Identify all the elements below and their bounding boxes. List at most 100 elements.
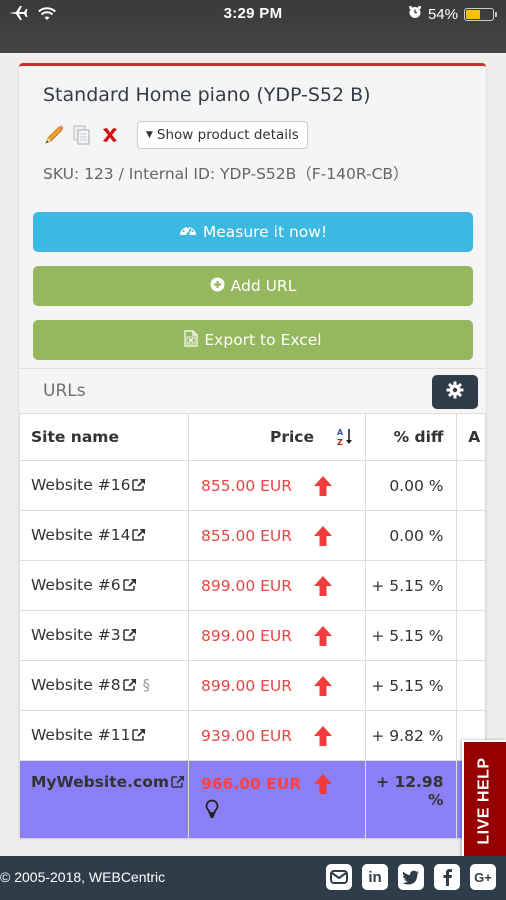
column-header-site-name[interactable]: Site name [19,413,189,461]
extra-cell [456,510,486,561]
column-header-price[interactable]: Price AZ [187,413,367,461]
site-name-cell: Website #14 [19,510,189,561]
external-link-icon[interactable] [122,577,137,595]
site-name-cell: Website #8 § [19,660,189,711]
live-help-label: LIVE HELP [476,757,493,845]
external-link-icon[interactable] [171,774,185,792]
sort-alpha-icon[interactable]: AZ [337,427,353,447]
social-links: in G+ [326,864,496,890]
site-name-cell: MyWebsite.com [19,760,189,838]
copy-icon[interactable] [71,124,93,146]
battery-fill [466,9,481,19]
urls-settings-button[interactable] [432,375,478,409]
edit-pencil-icon[interactable] [43,124,65,146]
urls-table: Site name Price AZ % diff A Website #16 8… [19,413,486,838]
price-value: 899.00 EUR [200,676,293,695]
price-cell: 855.00 EUR [187,460,367,511]
paragraph-icon[interactable]: § [143,676,151,694]
external-link-icon[interactable] [122,677,137,695]
site-name-link[interactable]: Website #14 [31,526,130,544]
table-row: Website #3 899.00 EUR + 5.15 % [19,610,486,661]
twitter-icon[interactable] [398,864,424,890]
price-wrap: 855.00 EUR [201,525,365,547]
site-name-link[interactable]: Website #16 [31,476,130,494]
price-value: 855.00 EUR [200,476,293,495]
site-name-cell: Website #16 [19,460,189,511]
arrow-up-icon [313,475,333,497]
lightbulb-icon[interactable] [205,799,365,823]
column-header-extra[interactable]: A [456,413,486,461]
price-wrap: 899.00 EUR [201,675,365,697]
delete-x-icon[interactable] [99,124,121,146]
live-help-button[interactable]: LIVE HELP [462,740,506,862]
diff-cell: + 9.82 % [365,710,458,761]
price-cell: 899.00 EUR [187,660,367,711]
extra-cell [456,460,486,511]
price-cell: 899.00 EUR [187,610,367,661]
site-name-cell: Website #11 [19,710,189,761]
table-row: Website #14 855.00 EUR 0.00 % [19,510,486,561]
extra-cell [456,560,486,611]
arrow-up-icon [313,773,333,795]
email-icon[interactable] [326,864,352,890]
urls-header-bar: URLs [19,368,486,413]
plus-circle-icon [210,277,225,296]
excel-file-icon [184,329,198,351]
diff-cell: 0.00 % [365,510,458,561]
extra-cell [456,660,486,711]
extra-cell [456,610,486,661]
alarm-icon [408,5,422,23]
measure-now-button[interactable]: Measure it now! [33,212,473,252]
export-excel-label: Export to Excel [204,331,322,349]
price-wrap: 966.00 EUR [201,773,365,795]
facebook-icon[interactable] [434,864,460,890]
export-excel-button[interactable]: Export to Excel [33,320,473,360]
external-link-icon[interactable] [132,727,146,745]
price-cell: 899.00 EUR [187,560,367,611]
price-value: 899.00 EUR [200,626,293,645]
dashboard-gauge-icon [179,223,197,241]
table-row: Website #8 § 899.00 EUR + 5.15 % [19,660,486,711]
table-row: Website #16 855.00 EUR 0.00 % [19,460,486,511]
urls-section-title: URLs [43,381,86,401]
site-name-link[interactable]: Website #8 [31,676,121,694]
external-link-icon[interactable] [122,627,137,645]
product-card: Standard Home piano (YDP-S52 B) ▼ Show p… [19,63,486,838]
caret-down-icon: ▼ [146,130,153,140]
show-product-details-button[interactable]: ▼ Show product details [137,121,308,149]
price-value: 939.00 EUR [200,726,293,745]
add-url-button[interactable]: Add URL [33,266,473,306]
svg-text:A: A [337,428,344,437]
arrow-up-icon [313,675,333,697]
measure-now-label: Measure it now! [202,223,328,241]
gear-icon [446,381,464,403]
price-cell: 855.00 EUR [187,510,367,561]
price-wrap: 855.00 EUR [201,475,365,497]
arrow-up-icon [313,575,333,597]
price-wrap: 899.00 EUR [201,575,365,597]
price-value: 966.00 EUR [200,775,302,793]
site-name-link[interactable]: Website #6 [31,576,121,594]
table-row: Website #6 899.00 EUR + 5.15 % [19,560,486,611]
svg-text:Z: Z [337,438,343,447]
site-name-link[interactable]: Website #11 [31,726,130,744]
price-header-label: Price [269,428,314,446]
linkedin-icon[interactable]: in [362,864,388,890]
site-name-cell: Website #3 [19,610,189,661]
product-title: Standard Home piano (YDP-S52 B) [43,84,371,106]
diff-cell: 0.00 % [365,460,458,511]
price-wrap: 939.00 EUR [201,725,365,747]
sku-line: SKU: 123 / Internal ID: YDP-S52B（F-140R-… [43,165,409,183]
site-name-link[interactable]: MyWebsite.com [31,773,169,791]
external-link-icon[interactable] [132,477,146,495]
arrow-up-icon [313,625,333,647]
google-plus-icon[interactable]: G+ [470,864,496,890]
price-value: 899.00 EUR [200,576,293,595]
column-header-diff[interactable]: % diff [365,413,458,461]
site-name-link[interactable]: Website #3 [31,626,121,644]
own-site-row: MyWebsite.com 966.00 EUR + 12.98 % [19,760,486,838]
external-link-icon[interactable] [132,527,146,545]
battery-icon [464,7,497,21]
battery-percent: 54% [427,5,458,23]
add-url-label: Add URL [230,277,297,295]
